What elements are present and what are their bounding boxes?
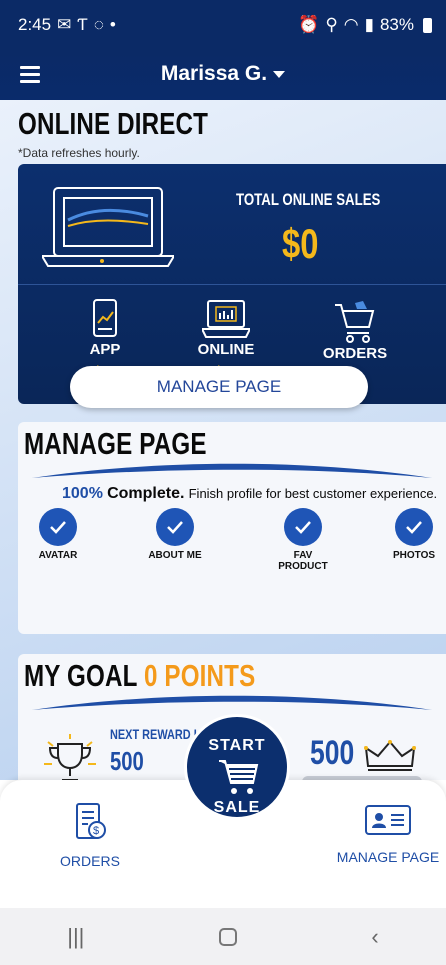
total-online-sales-value: $0	[282, 220, 319, 267]
next-reward-value: 500	[110, 746, 144, 776]
completion-percent: 100%	[62, 485, 103, 502]
home-icon[interactable]	[218, 927, 237, 946]
stat-orders-label: ORDERS	[322, 345, 388, 362]
check-icon	[395, 508, 433, 546]
status-time: 2:45	[18, 15, 52, 34]
nav-manage-page[interactable]: MANAGE PAGE	[330, 802, 446, 865]
crown-icon	[364, 740, 416, 771]
start-sale-button[interactable]: START SALE	[184, 714, 290, 820]
step-avatar[interactable]: AVATAR	[18, 508, 98, 561]
status-left: 2:45 ✉ Ƭ ◌ •	[18, 15, 116, 35]
top-nav: Marissa G.	[0, 50, 446, 100]
step-photos[interactable]: PHOTOS	[374, 508, 446, 561]
nav-manage-page-label: MANAGE PAGE	[336, 849, 440, 865]
chevron-down-icon	[273, 70, 286, 78]
total-online-sales-label: TOTAL ONLINE SALES	[236, 190, 381, 209]
signal-tower-icon: Ƭ	[77, 15, 88, 34]
battery-icon	[423, 17, 432, 33]
online-direct-title: ONLINE DIRECT	[18, 106, 209, 141]
shopping-cart-icon	[219, 760, 259, 794]
step-fav-product[interactable]: FAV PRODUCT	[263, 508, 343, 572]
step-about-me[interactable]: ABOUT ME	[135, 508, 215, 561]
status-bar: 2:45 ✉ Ƭ ◌ • ⏰ ⚲ ◠ ▮ 83%	[0, 0, 446, 50]
receipt-icon: $	[76, 803, 106, 839]
check-icon	[284, 508, 322, 546]
nav-orders-label: ORDERS	[60, 853, 120, 869]
whatsapp-icon: ◌	[93, 15, 104, 34]
goal-title: MY GOAL 0 POINTS	[24, 658, 255, 694]
cart-icon	[335, 301, 375, 343]
id-card-icon	[365, 805, 411, 835]
refresh-note: *Data refreshes hourly.	[18, 146, 140, 160]
gmail-icon: ✉	[57, 15, 72, 34]
wifi-icon: ◠	[343, 15, 359, 34]
trophy-icon	[44, 734, 96, 780]
step-photos-label: PHOTOS	[392, 550, 436, 561]
completion-word: Complete.	[107, 485, 185, 502]
completion-message: Finish profile for best customer experie…	[188, 486, 438, 501]
status-right: ⏰ ⚲ ◠ ▮ 83%	[298, 15, 432, 35]
step-fav-product-label: FAV PRODUCT	[278, 550, 328, 572]
goal-target-value: 500	[310, 734, 355, 772]
stat-online-label: ONLINE	[197, 341, 255, 358]
back-icon[interactable]: ‹	[371, 924, 378, 950]
swoosh-divider	[32, 695, 432, 710]
dot-icon: •	[109, 15, 116, 34]
step-avatar-label: AVATAR	[38, 550, 78, 561]
system-nav-bar: ||| ‹	[0, 908, 446, 965]
swoosh-divider	[32, 463, 432, 478]
step-about-me-label: ABOUT ME	[148, 550, 202, 561]
laptop-chart-icon	[202, 300, 250, 338]
nav-orders[interactable]: $ ORDERS	[50, 802, 130, 869]
start-sale-line1: START	[208, 737, 266, 754]
user-name: Marissa G.	[160, 62, 268, 85]
check-icon	[156, 508, 194, 546]
manage-page-card: MANAGE PAGE 100% Complete. Finish profil…	[18, 422, 446, 634]
alarm-icon: ⏰	[298, 15, 320, 34]
svg-text:$: $	[93, 825, 99, 837]
recent-apps-icon[interactable]: |||	[67, 924, 84, 950]
user-switcher[interactable]: Marissa G.	[0, 62, 446, 86]
goal-points: 0 POINTS	[143, 658, 256, 693]
dashboard-content[interactable]: ONLINE DIRECT *Data refreshes hourly. TO…	[0, 100, 446, 780]
location-icon: ⚲	[325, 15, 338, 34]
laptop-icon	[42, 187, 174, 267]
mobile-chart-icon	[93, 299, 117, 337]
card-divider	[18, 284, 446, 285]
battery-percent: 83%	[379, 15, 414, 34]
manage-page-title: MANAGE PAGE	[24, 426, 207, 461]
stat-app-label: APP	[89, 341, 121, 358]
start-sale-line2: SALE	[213, 799, 261, 816]
signal-icon: ▮	[364, 15, 374, 34]
goal-title-prefix: MY GOAL	[24, 658, 138, 693]
manage-page-button[interactable]: MANAGE PAGE	[70, 366, 368, 408]
check-icon	[39, 508, 77, 546]
profile-completion: 100% Complete. Finish profile for best c…	[62, 485, 437, 503]
